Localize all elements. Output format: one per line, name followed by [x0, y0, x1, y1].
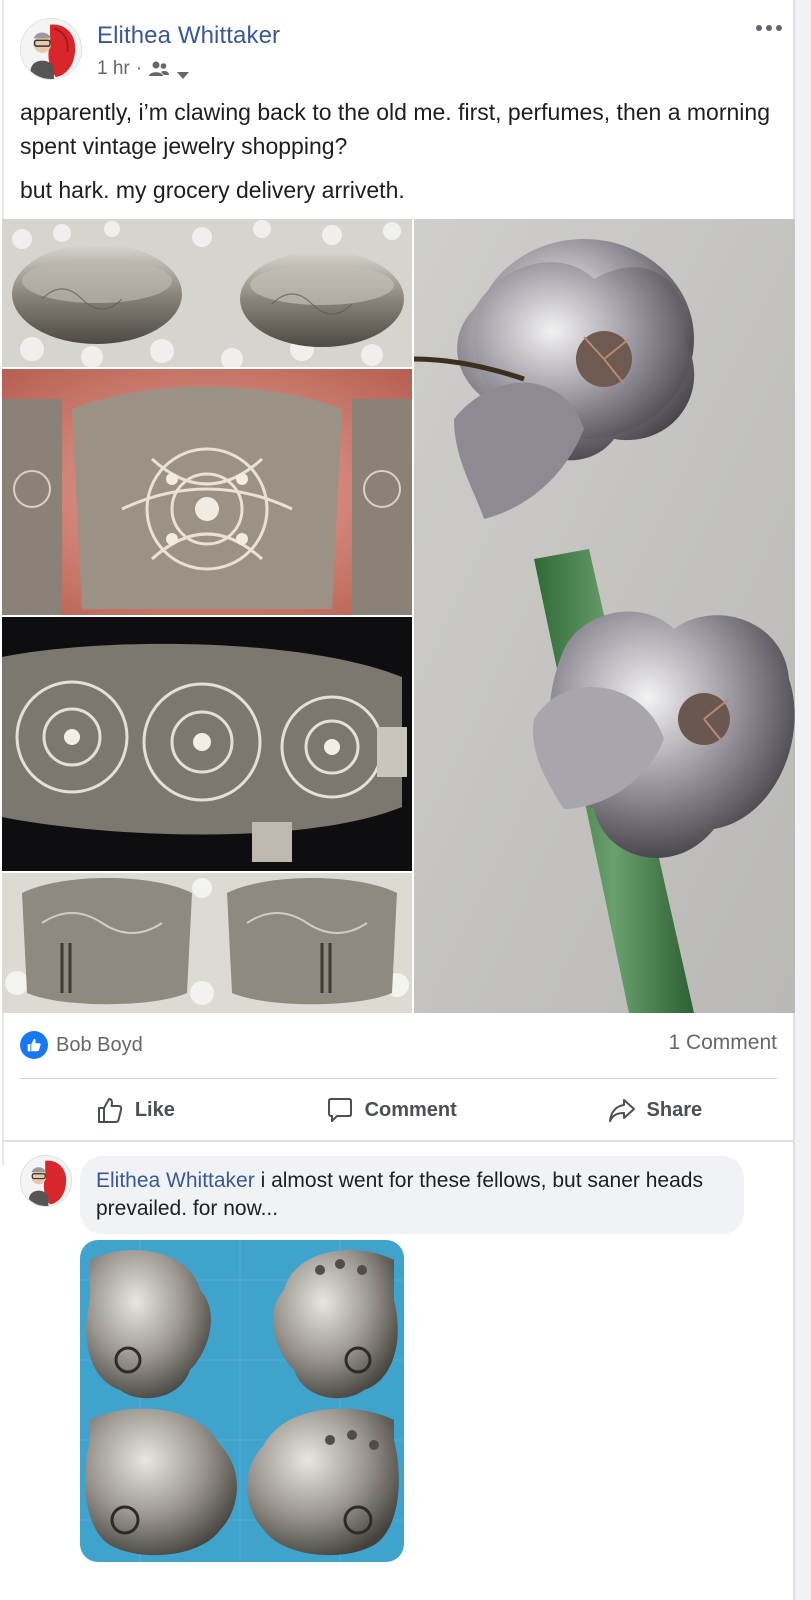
post-meta: 1 hr · — [97, 58, 190, 80]
post-text-paragraph: but hark. my grocery delivery arriveth. — [20, 177, 405, 203]
pirate-earrings-photo[interactable] — [80, 1240, 404, 1562]
reaction-names[interactable]: Bob Boyd — [56, 1034, 143, 1057]
share-label: Share — [646, 1098, 703, 1121]
bracelet-pair-photo[interactable] — [2, 219, 412, 367]
feed-gutter — [793, 0, 811, 1600]
comments-divider — [2, 1140, 795, 1142]
author-name-link[interactable]: Elithea Whittaker — [97, 22, 280, 50]
post-body: apparently, i’m clawing back to the old … — [20, 95, 780, 217]
post-text-paragraph: apparently, i’m clawing back to the old … — [20, 99, 770, 159]
comment-bubble-icon — [327, 1098, 352, 1122]
more-options-icon[interactable] — [754, 20, 784, 36]
hinged-bracelet-pair-photo[interactable] — [2, 873, 412, 1013]
filigree-panel-bracelet-photo[interactable] — [2, 617, 412, 871]
filigree-bracelet-photo[interactable] — [2, 369, 412, 615]
reactions-summary[interactable]: Bob Boyd — [20, 1027, 143, 1063]
share-arrow-icon — [608, 1099, 635, 1122]
caret-down-icon[interactable] — [176, 64, 190, 79]
like-button[interactable]: Like — [81, 1089, 189, 1131]
post: Elithea Whittaker 1 hr · apparently, i’m… — [0, 0, 811, 1600]
photo-grid — [2, 219, 795, 1013]
flower-earrings-photo[interactable] — [414, 219, 795, 1013]
thumbs-up-icon — [97, 1098, 123, 1123]
share-button[interactable]: Share — [593, 1089, 717, 1131]
actions-divider — [20, 1078, 777, 1079]
comment-bubble: Elithea Whittaker i almost went for thes… — [80, 1156, 744, 1234]
comment-count-link[interactable]: 1 Comment — [668, 1031, 777, 1055]
comment-label: Comment — [364, 1098, 457, 1121]
post-time[interactable]: 1 hr — [97, 58, 130, 80]
author-avatar[interactable] — [20, 18, 82, 80]
friends-icon[interactable] — [148, 60, 170, 78]
commenter-avatar[interactable] — [20, 1155, 72, 1207]
comment-button[interactable]: Comment — [311, 1089, 471, 1131]
action-bar: Like Comment Share — [20, 1082, 777, 1138]
like-reaction-icon — [20, 1031, 48, 1059]
like-label: Like — [134, 1098, 175, 1121]
comment-author-link[interactable]: Elithea Whittaker — [96, 1169, 255, 1192]
meta-separator: · — [135, 58, 143, 79]
